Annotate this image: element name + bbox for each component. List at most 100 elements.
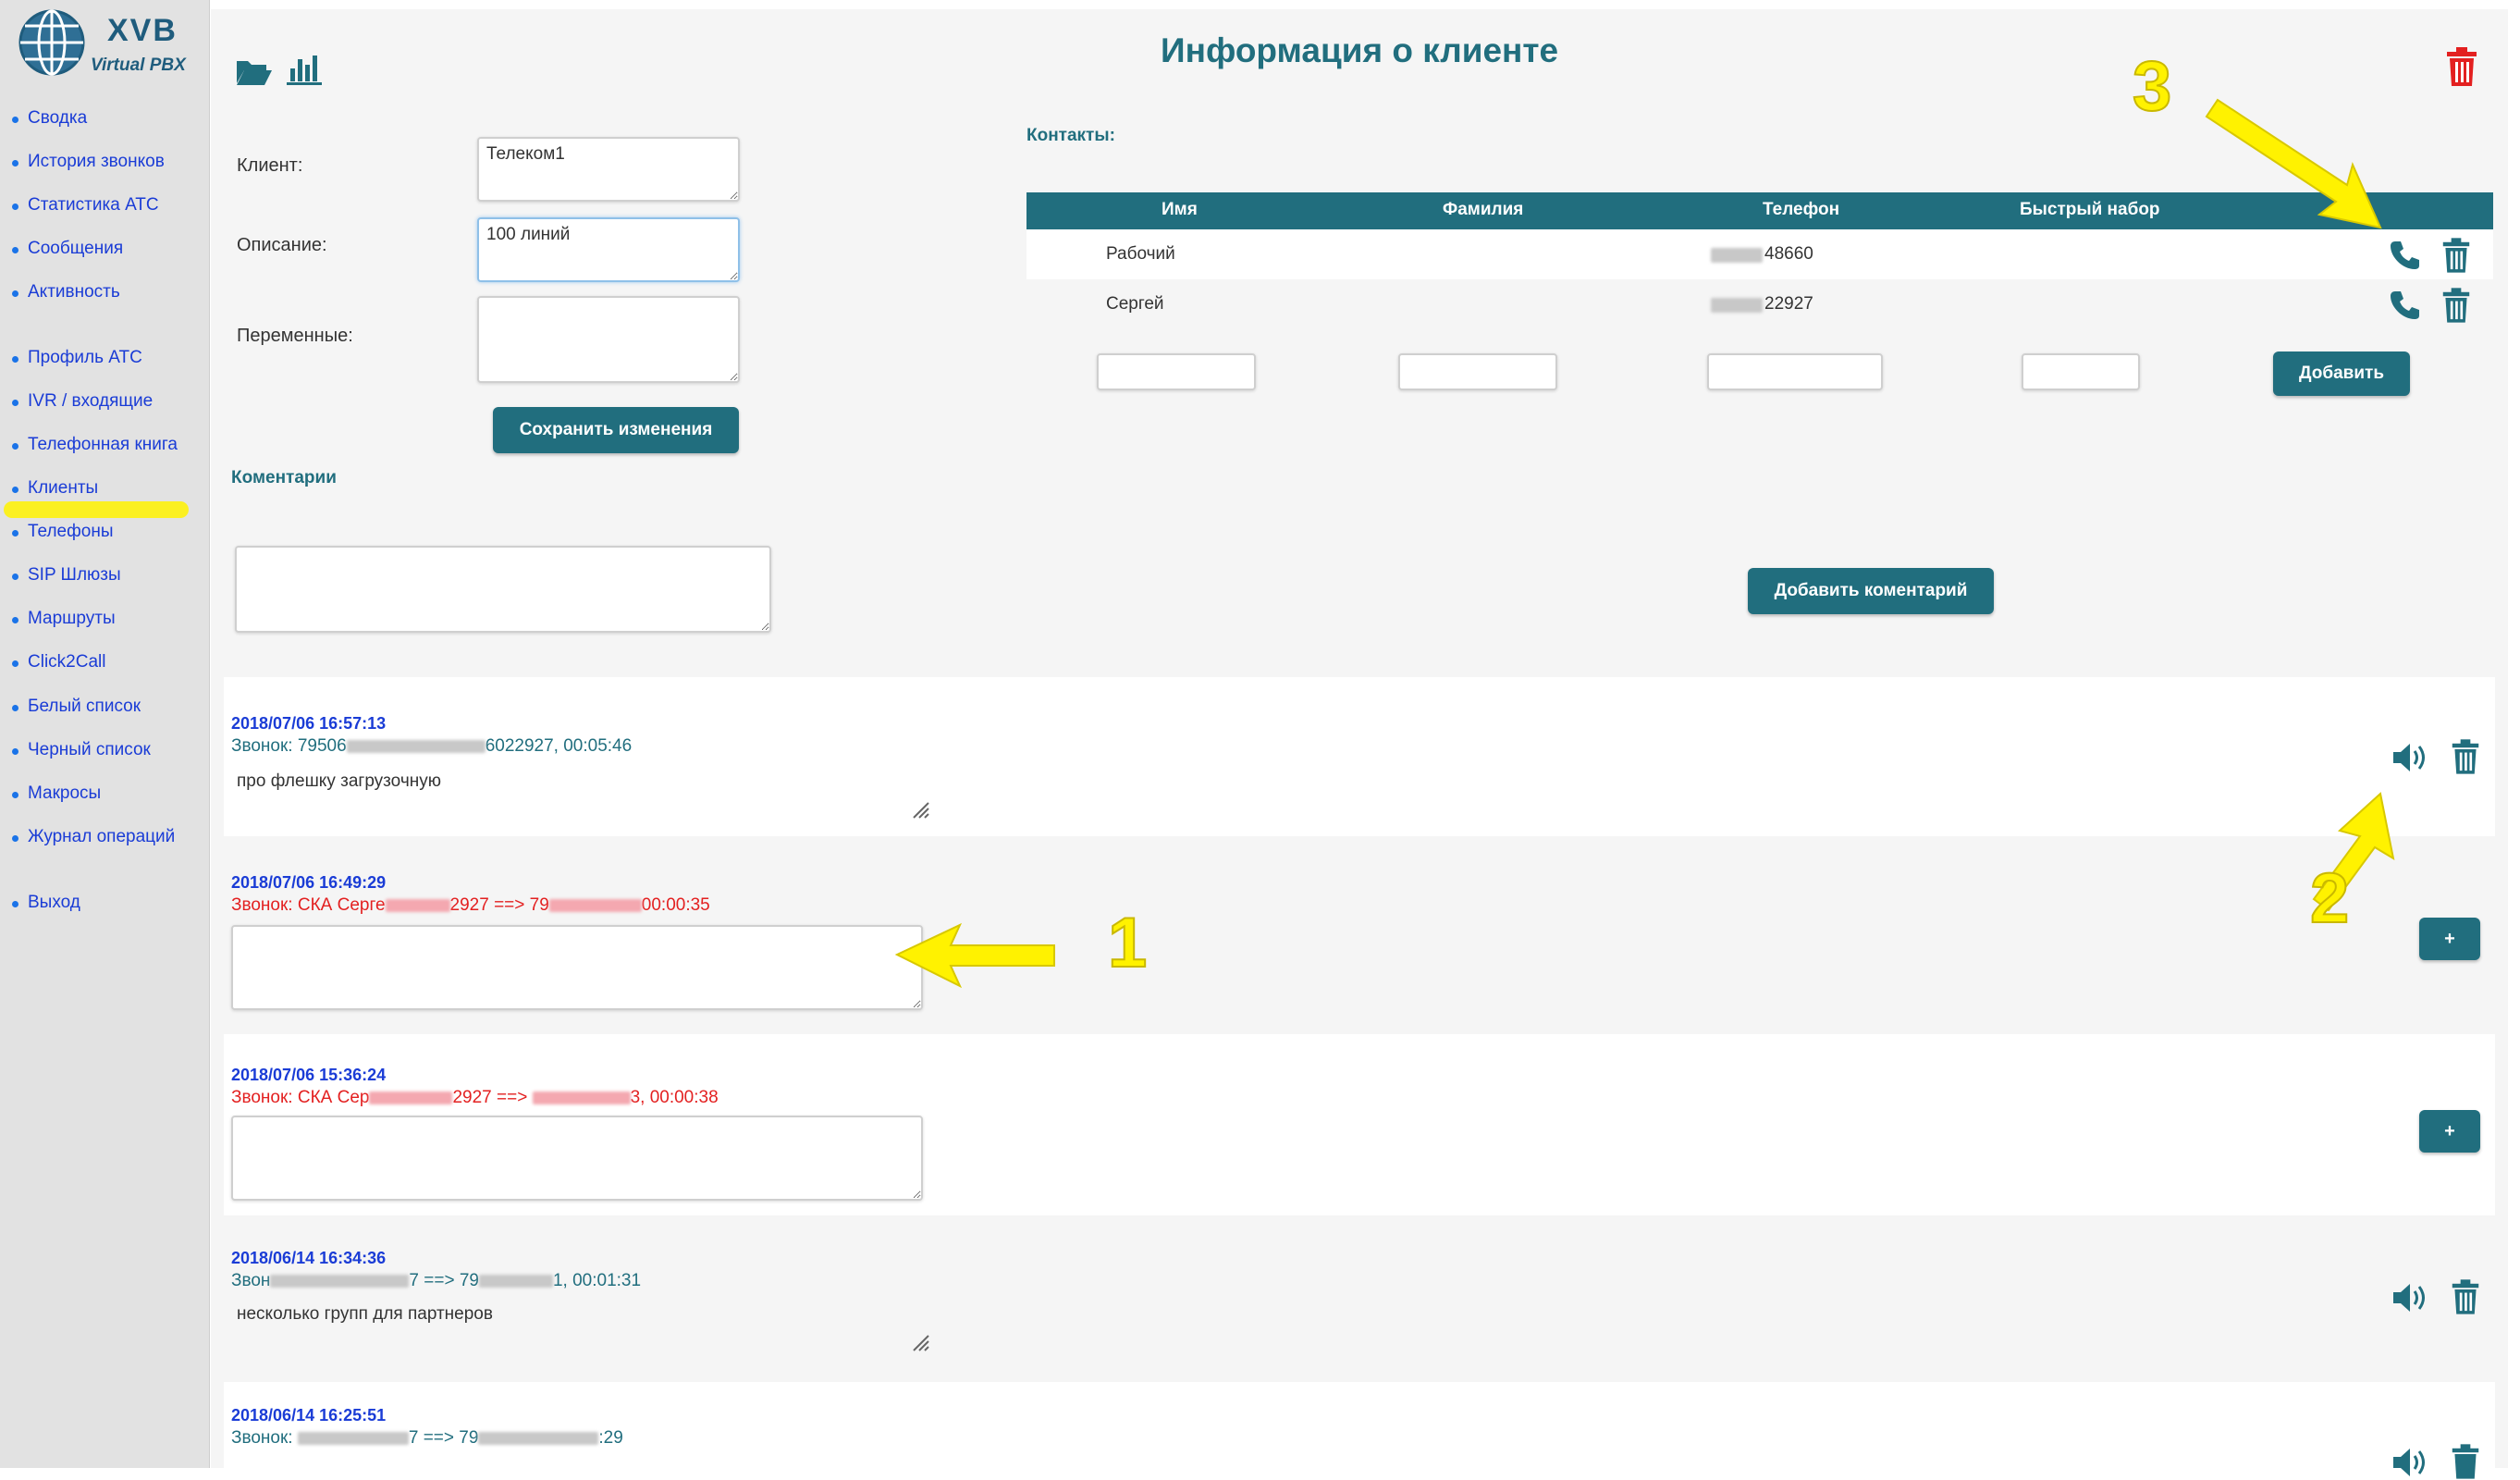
sidebar-item-sip-gateways[interactable]: SIP Шлюзы — [0, 565, 209, 593]
sidebar-item-routes[interactable]: Маршруты — [0, 609, 209, 636]
log-call-info: Звонок: СКА Сер 2927 ==> 3, 00:00:38 — [231, 1088, 719, 1107]
column-surname: Фамилия — [1443, 200, 1524, 219]
contacts-label: Контакты: — [1026, 126, 1115, 145]
redacted-number — [369, 1091, 453, 1104]
add-comment-button[interactable]: Добавить коментарий — [1748, 568, 1994, 614]
redacted-number — [478, 1274, 553, 1288]
redacted-number — [270, 1274, 410, 1288]
add-contact-button[interactable]: Добавить — [2273, 352, 2410, 396]
sidebar-item-phonebook[interactable]: Телефонная книга — [0, 435, 209, 462]
description-label: Описание: — [237, 235, 327, 255]
annotation-number-3: 3 — [2132, 46, 2172, 127]
new-contact-phone-input[interactable] — [1707, 353, 1883, 390]
resize-grip-icon[interactable] — [910, 1332, 930, 1352]
speaker-play-icon[interactable] — [2391, 1447, 2427, 1478]
new-contact-name-input[interactable] — [1097, 353, 1256, 390]
bullet-icon — [12, 748, 18, 755]
sidebar-item-pbx-profile[interactable]: Профиль АТС — [0, 348, 209, 376]
log-note: несколько групп для партнеров — [237, 1304, 493, 1324]
new-contact-surname-input[interactable] — [1398, 353, 1557, 390]
resize-grip-icon[interactable] — [910, 799, 930, 820]
phone-call-icon[interactable] — [2388, 289, 2421, 322]
new-comment-field[interactable] — [235, 546, 771, 633]
column-phone: Телефон — [1763, 200, 1840, 219]
log-entry: 2018/07/06 16:57:13 Звонок: 79506 6022927… — [224, 677, 2495, 836]
comments-label: Коментарии — [231, 468, 337, 487]
sidebar-item-whitelist[interactable]: Белый список — [0, 697, 209, 724]
redacted-number — [478, 1431, 599, 1445]
add-log-comment-button[interactable]: + — [2419, 1110, 2480, 1153]
logo[interactable]: XVB Virtual PBX — [11, 7, 196, 78]
sidebar-item-click2call[interactable]: Click2Call — [0, 652, 209, 680]
sidebar-item-blacklist[interactable]: Черный список — [0, 740, 209, 768]
log-entry: 2018/06/14 16:25:51 Звонок: 7 ==> 79:29 — [224, 1382, 2495, 1479]
log-entry: 2018/07/06 16:49:29 Звонок: СКА Серге 292… — [224, 836, 2495, 1034]
speaker-play-icon[interactable] — [2391, 742, 2427, 773]
phone-call-icon[interactable] — [2388, 239, 2421, 272]
contact-phone: 22927 — [1764, 294, 1813, 314]
variables-field[interactable] — [477, 296, 740, 383]
bullet-icon — [12, 901, 18, 907]
delete-log-trash-icon[interactable] — [2451, 1443, 2480, 1480]
bullet-icon — [12, 660, 18, 667]
sidebar-item-pbx-stats[interactable]: Статистика АТС — [0, 195, 209, 223]
redacted-number — [548, 898, 642, 912]
log-timestamp: 2018/06/14 16:34:36 — [231, 1249, 387, 1267]
bullet-icon — [12, 835, 18, 842]
app-subtitle: Virtual PBX — [91, 56, 186, 75]
save-changes-button[interactable]: Сохранить изменения — [493, 407, 739, 453]
log-timestamp: 2018/07/06 16:49:29 — [231, 873, 387, 892]
redacted-number — [532, 1091, 631, 1104]
log-note: про флешку загрузочную — [237, 771, 441, 791]
sidebar-item-macros[interactable]: Макросы — [0, 783, 209, 811]
delete-log-trash-icon[interactable] — [2451, 738, 2480, 775]
sidebar-item-messages[interactable]: Сообщения — [0, 239, 209, 266]
contact-row: Рабочий 48660 — [1026, 229, 2493, 279]
contact-name: Сергей — [1106, 294, 1164, 314]
speaker-play-icon[interactable] — [2391, 1282, 2427, 1314]
description-field[interactable] — [477, 217, 740, 282]
contact-name: Рабочий — [1106, 244, 1175, 264]
bullet-icon — [12, 117, 18, 123]
delete-contact-trash-icon[interactable] — [2441, 237, 2471, 274]
new-contact-speed-dial-input[interactable] — [2022, 353, 2140, 390]
bullet-icon — [12, 356, 18, 363]
bullet-icon — [12, 705, 18, 711]
sidebar-item-call-history[interactable]: История звонков — [0, 152, 209, 179]
delete-contact-trash-icon[interactable] — [2441, 287, 2471, 324]
delete-log-trash-icon[interactable] — [2451, 1278, 2480, 1315]
log-call-info: Звон 7 ==> 79 1, 00:01:31 — [231, 1271, 642, 1290]
bar-chart-icon[interactable] — [287, 50, 324, 87]
bullet-icon — [12, 247, 18, 253]
sidebar-item-logout[interactable]: Выход — [0, 893, 209, 920]
log-call-info: Звонок: СКА Серге 2927 ==> 79 00:00:35 — [231, 895, 710, 915]
sidebar-item-phones[interactable]: Телефоны — [0, 522, 209, 549]
delete-client-trash-icon[interactable] — [2445, 46, 2478, 87]
client-label: Клиент: — [237, 155, 303, 176]
sidebar-item-ivr[interactable]: IVR / входящие — [0, 391, 209, 419]
folder-open-icon[interactable] — [235, 56, 274, 87]
main-panel: Информация о клиенте Клиент: Описание: П… — [211, 9, 2508, 1479]
column-speed-dial: Быстрый набор — [2020, 200, 2160, 219]
add-log-comment-button[interactable]: + — [2419, 918, 2480, 960]
redacted-phone — [1711, 298, 1763, 313]
contacts-table-header: Имя Фамилия Телефон Быстрый набор — [1026, 192, 2493, 229]
log-comment-field[interactable] — [231, 1116, 923, 1201]
redacted-number — [346, 739, 486, 753]
bullet-icon — [12, 400, 18, 406]
client-name-field[interactable] — [477, 137, 740, 202]
log-call-info: Звонок: 79506 6022927, 00:05:46 — [231, 736, 633, 756]
log-call-info: Звонок: 7 ==> 79:29 — [231, 1428, 623, 1448]
log-entry: 2018/07/06 15:36:24 Звонок: СКА Сер 2927 … — [224, 1034, 2495, 1215]
log-timestamp: 2018/07/06 15:36:24 — [231, 1066, 387, 1084]
log-entry: 2018/06/14 16:34:36 Звон 7 ==> 79 1, 00:01… — [224, 1215, 2495, 1382]
log-timestamp: 2018/06/14 16:25:51 — [231, 1406, 387, 1424]
bullet-icon — [12, 530, 18, 536]
bullet-icon — [12, 204, 18, 210]
sidebar-item-operations-log[interactable]: Журнал операций — [0, 827, 209, 855]
sidebar-item-activity[interactable]: Активность — [0, 282, 209, 310]
sidebar-item-summary[interactable]: Сводка — [0, 108, 209, 136]
log-comment-field[interactable] — [231, 925, 923, 1010]
log-timestamp: 2018/07/06 16:57:13 — [231, 714, 387, 733]
annotation-number-2: 2 — [2309, 858, 2350, 939]
